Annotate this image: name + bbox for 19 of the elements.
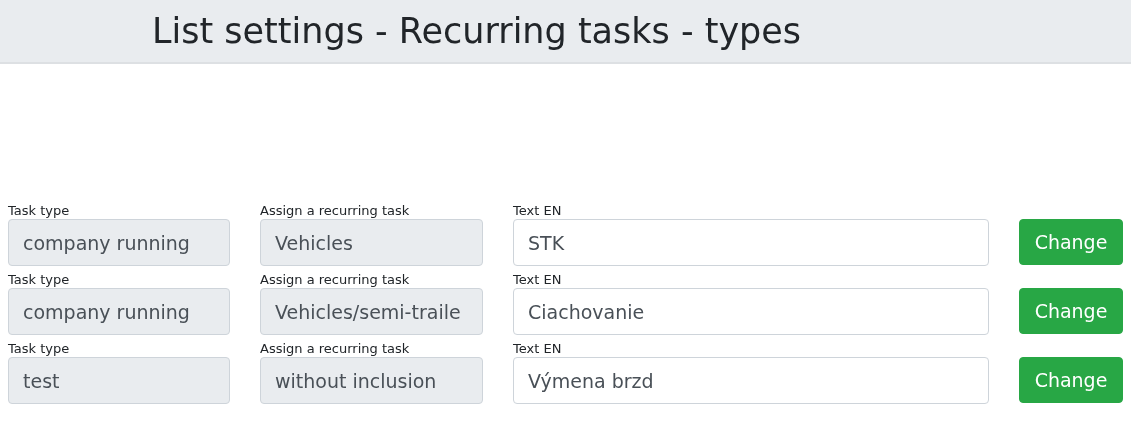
readonly-field: company running [8,219,230,266]
page-title: List settings - Recurring tasks - types [152,11,802,51]
field-label: Text EN [513,271,562,288]
field-label: Task type [8,340,70,357]
field-label: Assign a recurring task [260,340,410,357]
readonly-field: test [8,357,230,404]
readonly-field: Vehicles [260,219,483,266]
text-input-field[interactable]: Výmena brzd [513,357,989,404]
readonly-field: Vehicles/semi-traile [260,288,483,335]
readonly-field: company running [8,288,230,335]
field-label: Assign a recurring task [260,271,410,288]
field-label: Assign a recurring task [260,202,410,219]
field-label: Task type [8,202,70,219]
text-input-field[interactable]: STK [513,219,989,266]
text-input-field[interactable]: Ciachovanie [513,288,989,335]
field-label: Text EN [513,202,562,219]
readonly-field: without inclusion [260,357,483,404]
field-label: Task type [8,271,70,288]
field-label: Text EN [513,340,562,357]
